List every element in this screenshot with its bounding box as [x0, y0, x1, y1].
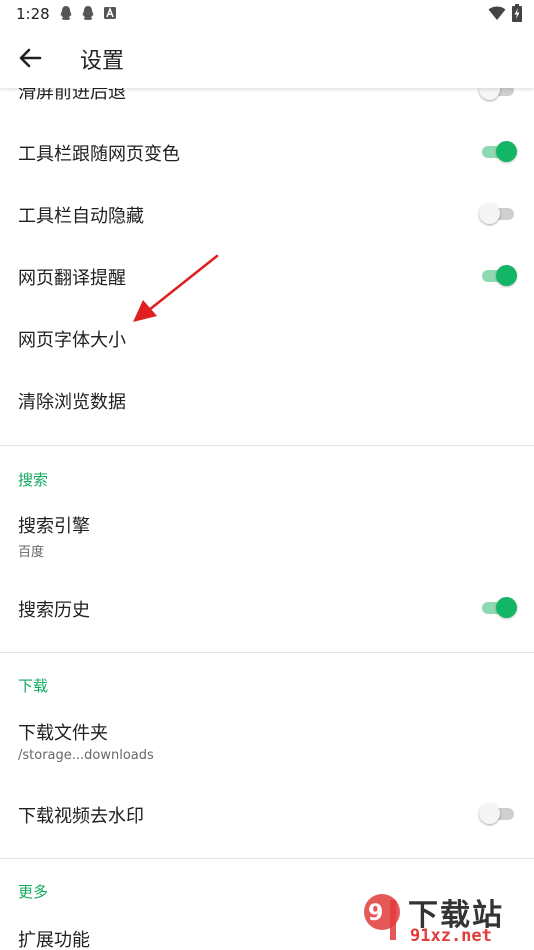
watermark-bottom-text: 91xz.net [410, 926, 492, 946]
translate-reminder-toggle[interactable] [480, 264, 517, 286]
setting-label: 搜索历史 [18, 600, 90, 621]
wifi-icon [488, 6, 506, 20]
search-history-toggle[interactable] [480, 596, 517, 618]
qq-icon [82, 6, 94, 20]
settings-list[interactable]: 滑屏前进后退 工具栏跟随网页变色 工具栏自动隐藏 网页翻译提醒 网页字体大小 清… [0, 88, 534, 950]
app-bar: 设置 [0, 28, 534, 88]
status-icons-left [58, 5, 118, 21]
section-header-search: 搜索 [18, 471, 49, 489]
watermark-logo-icon: 9 [364, 894, 400, 940]
setting-label: 工具栏自动隐藏 [18, 206, 144, 227]
setting-label: 搜索引擎 [18, 516, 90, 537]
section-header-download: 下载 [18, 677, 49, 695]
status-icons-right [488, 4, 522, 22]
svg-text:9: 9 [368, 901, 383, 926]
setting-toolbar-auto-hide[interactable]: 工具栏自动隐藏 [0, 182, 534, 244]
back-button[interactable] [14, 44, 46, 72]
toolbar-auto-hide-toggle[interactable] [479, 202, 516, 224]
swipe-navigation-toggle[interactable] [479, 88, 516, 100]
setting-label: 扩展功能 [18, 930, 90, 950]
status-time: 1:28 [16, 5, 50, 23]
status-bar: 1:28 [0, 0, 534, 28]
setting-clear-browsing-data[interactable]: 清除浏览数据 [0, 368, 534, 430]
video-watermark-removal-toggle[interactable] [479, 802, 516, 824]
section-divider [0, 652, 534, 653]
setting-toolbar-follow-color[interactable]: 工具栏跟随网页变色 [0, 120, 534, 182]
toolbar-follow-color-toggle[interactable] [480, 140, 517, 162]
setting-label: 工具栏跟随网页变色 [18, 144, 180, 165]
site-watermark-logo: 9 下载站 91xz.net [360, 888, 532, 950]
setting-search-history[interactable]: 搜索历史 [0, 576, 534, 638]
section-header-more: 更多 [18, 883, 49, 901]
setting-label: 网页字体大小 [18, 330, 126, 351]
setting-video-watermark-removal[interactable]: 下载视频去水印 [0, 782, 534, 844]
notification-a-icon [104, 6, 116, 19]
qq-icon [60, 6, 72, 20]
setting-search-engine[interactable]: 搜索引擎 百度 [0, 500, 534, 566]
setting-label: 下载视频去水印 [18, 806, 144, 827]
setting-swipe-navigation[interactable]: 滑屏前进后退 [0, 88, 534, 108]
section-divider [0, 445, 534, 446]
arrow-left-icon [19, 48, 42, 68]
page-title: 设置 [80, 49, 125, 74]
battery-charging-icon [512, 4, 522, 22]
setting-label: 网页翻译提醒 [18, 268, 126, 289]
download-folder-value: /storage...downloads [18, 748, 154, 763]
setting-translate-reminder[interactable]: 网页翻译提醒 [0, 244, 534, 306]
setting-font-size[interactable]: 网页字体大小 [0, 306, 534, 368]
setting-label: 清除浏览数据 [18, 392, 126, 413]
setting-label: 滑屏前进后退 [18, 88, 126, 103]
setting-label: 下载文件夹 [18, 723, 108, 744]
setting-download-folder[interactable]: 下载文件夹 /storage...downloads [0, 707, 534, 773]
section-divider [0, 858, 534, 859]
search-engine-value: 百度 [18, 545, 45, 560]
